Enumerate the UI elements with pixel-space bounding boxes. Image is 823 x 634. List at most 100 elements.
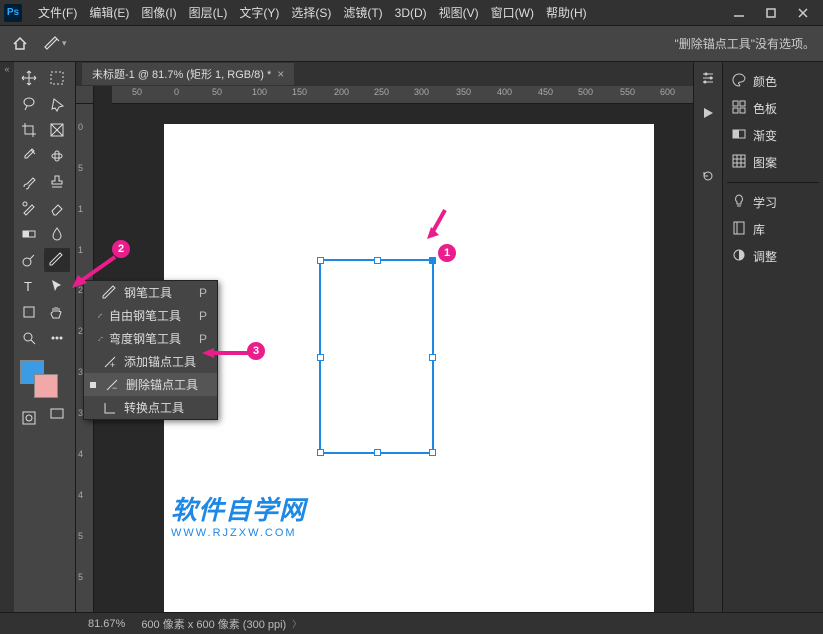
shape-tool[interactable] [16, 300, 42, 324]
annotation-arrow-1 [425, 205, 455, 245]
lib-icon [731, 220, 747, 239]
canvas-page: 软件自学网 WWW.RJZXW.COM [164, 124, 654, 612]
flyout-delete-anchor[interactable]: −删除锚点工具 [84, 373, 217, 396]
frame-tool[interactable] [44, 118, 70, 142]
panel-adjustments[interactable]: 调整 [727, 243, 819, 270]
gradient-icon [731, 126, 747, 145]
left-collapse-strip[interactable]: « [0, 62, 14, 612]
ruler-horizontal[interactable]: 50 0 50 100 150 200 250 300 350 400 450 … [112, 86, 693, 104]
brush-tool[interactable] [16, 170, 42, 194]
menu-window[interactable]: 窗口(W) [485, 2, 540, 23]
panel-pattern[interactable]: 图案 [727, 149, 819, 176]
annotation-marker-2: 2 [112, 240, 130, 258]
hand-tool[interactable] [44, 300, 70, 324]
annotation-arrow-3 [200, 347, 250, 359]
selection-handle[interactable] [374, 449, 381, 456]
menu-type[interactable]: 文字(Y) [233, 2, 285, 23]
pen-tool[interactable] [44, 248, 70, 272]
selection-handle[interactable] [429, 449, 436, 456]
dodge-tool[interactable] [16, 248, 42, 272]
quick-select-tool[interactable] [44, 92, 70, 116]
color-swatches[interactable] [16, 360, 73, 400]
app-logo: Ps [4, 4, 22, 22]
menu-edit[interactable]: 编辑(E) [83, 2, 135, 23]
minimize-button[interactable] [723, 2, 755, 24]
panel-learn[interactable]: 学习 [727, 189, 819, 216]
menu-3d[interactable]: 3D(D) [389, 4, 433, 22]
selection-handle[interactable] [317, 354, 324, 361]
selected-dot-icon [90, 382, 96, 388]
menu-help[interactable]: 帮助(H) [540, 2, 593, 23]
expand-icon: « [4, 62, 9, 74]
bulb-icon [731, 193, 747, 212]
history-brush-tool[interactable] [16, 196, 42, 220]
panel-swatches[interactable]: 色板 [727, 95, 819, 122]
right-panels: 颜色 色板 渐变 图案 学习 库 调整 [693, 62, 823, 612]
menu-filter[interactable]: 滤镜(T) [337, 2, 388, 23]
document-tab[interactable]: 未标题-1 @ 81.7% (矩形 1, RGB/8) * × [82, 63, 294, 85]
palette-icon [731, 72, 747, 91]
panel-gradient[interactable]: 渐变 [727, 122, 819, 149]
menu-select[interactable]: 选择(S) [285, 2, 337, 23]
selection-handle[interactable] [429, 354, 436, 361]
options-bar: ▾ "删除锚点工具"没有选项。 [0, 26, 823, 62]
flyout-curve-pen[interactable]: 弯度钢笔工具P [84, 327, 217, 350]
path-select-tool[interactable] [44, 274, 70, 298]
marquee-tool[interactable] [44, 66, 70, 90]
screen-mode-tool[interactable] [44, 402, 70, 426]
stamp-tool[interactable] [44, 170, 70, 194]
rectangle-shape[interactable] [319, 259, 434, 454]
heal-tool[interactable] [44, 144, 70, 168]
svg-text:−: − [112, 383, 117, 393]
watermark: 软件自学网 WWW.RJZXW.COM [171, 490, 306, 539]
selection-handle[interactable] [374, 257, 381, 264]
quick-mask-tool[interactable] [16, 406, 42, 430]
menu-file[interactable]: 文件(F) [32, 2, 83, 23]
zoom-tool[interactable] [16, 326, 42, 350]
close-tab-icon[interactable]: × [277, 67, 284, 81]
ruler-origin[interactable] [76, 86, 94, 104]
sliders-icon[interactable] [700, 70, 716, 91]
pattern-icon [731, 153, 747, 172]
panel-libraries[interactable]: 库 [727, 216, 819, 243]
maximize-button[interactable] [755, 2, 787, 24]
eyedropper-tool[interactable] [16, 144, 42, 168]
edit-toolbar[interactable] [44, 326, 70, 350]
watermark-text: 软件自学网 [171, 490, 306, 527]
background-color[interactable] [34, 374, 58, 398]
menu-layer[interactable]: 图层(L) [183, 2, 234, 23]
annotation-arrow-2 [70, 255, 120, 295]
home-button[interactable] [8, 32, 32, 56]
status-bar: 81.67% 600 像素 x 600 像素 (300 ppi) 〉 [0, 612, 823, 634]
type-tool[interactable]: T [16, 274, 42, 298]
menu-bar: Ps 文件(F) 编辑(E) 图像(I) 图层(L) 文字(Y) 选择(S) 滤… [0, 0, 823, 26]
doc-info: 600 像素 x 600 像素 (300 ppi) [141, 616, 286, 632]
gradient-tool[interactable] [16, 222, 42, 246]
menu-image[interactable]: 图像(I) [135, 2, 182, 23]
options-status-text: "删除锚点工具"没有选项。 [674, 35, 815, 52]
flyout-convert[interactable]: 转换点工具 [84, 396, 217, 419]
selection-handle[interactable] [317, 449, 324, 456]
flyout-add-anchor[interactable]: +添加锚点工具 [84, 350, 217, 373]
annotation-marker-1: 1 [438, 244, 456, 262]
menu-view[interactable]: 视图(V) [433, 2, 485, 23]
document-tabstrip: 未标题-1 @ 81.7% (矩形 1, RGB/8) * × [76, 62, 693, 86]
selection-handle[interactable] [429, 257, 436, 264]
lasso-tool[interactable] [16, 92, 42, 116]
zoom-level[interactable]: 81.67% [88, 618, 125, 630]
play-icon[interactable] [700, 105, 716, 126]
move-tool[interactable] [16, 66, 42, 90]
toolbox: T [14, 62, 76, 612]
panel-color[interactable]: 颜色 [727, 68, 819, 95]
current-tool-icon[interactable]: ▾ [44, 36, 67, 52]
crop-tool[interactable] [16, 118, 42, 142]
eraser-tool[interactable] [44, 196, 70, 220]
close-button[interactable] [787, 2, 819, 24]
svg-text:T: T [24, 279, 32, 294]
chevron-right-icon[interactable]: 〉 [292, 617, 301, 630]
refresh-icon[interactable] [700, 168, 716, 189]
blur-tool[interactable] [44, 222, 70, 246]
swatch-icon [731, 99, 747, 118]
flyout-free-pen[interactable]: 自由钢笔工具P [84, 304, 217, 327]
selection-handle[interactable] [317, 257, 324, 264]
